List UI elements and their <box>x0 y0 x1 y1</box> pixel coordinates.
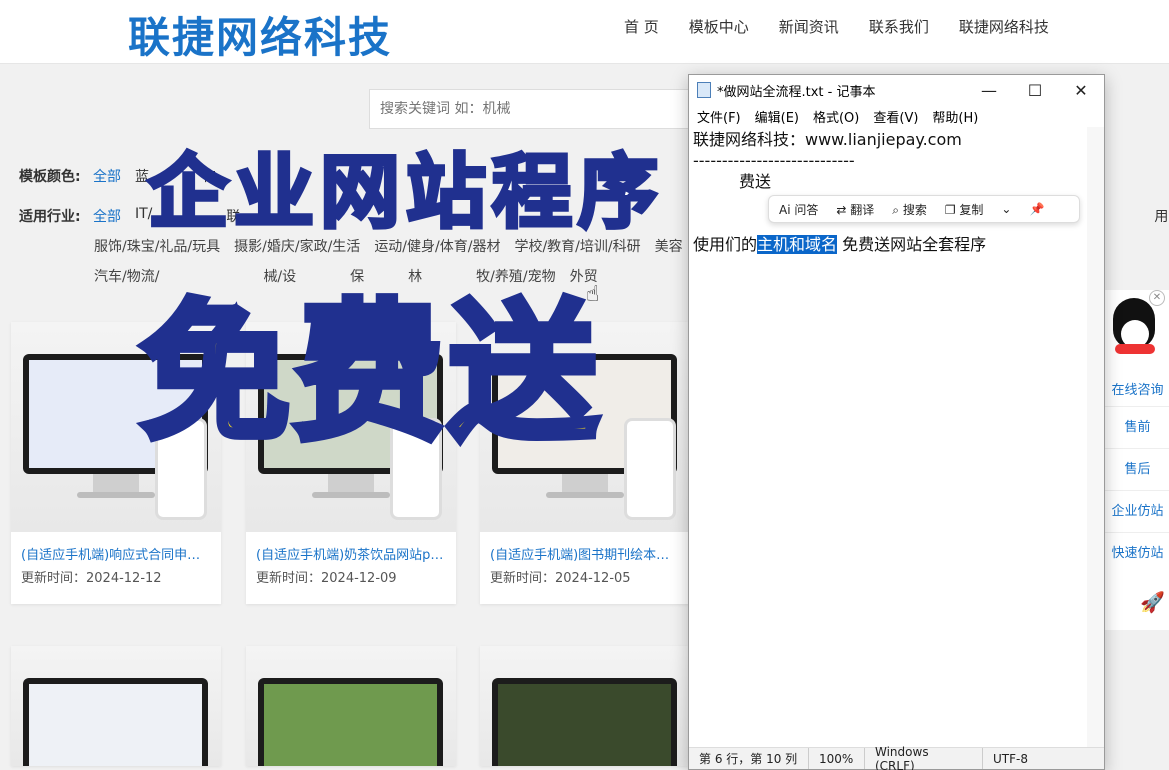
main-nav: 首 页 模板中心 新闻资讯 联系我们 联捷网络科技 <box>624 16 1049 37</box>
notepad-menubar: 文件(F) 编辑(E) 格式(O) 查看(V) 帮助(H) <box>689 105 1104 127</box>
ai-selection-toolbar: Ai 问答 ⇄ 翻译 ⌕ 搜索 ❐ 复制 ⌄ 📌 <box>768 195 1080 223</box>
text-line-2: ---------------------------- <box>693 151 855 170</box>
translate-button[interactable]: ⇄ 翻译 <box>836 201 874 218</box>
nav-home[interactable]: 首 页 <box>624 16 659 37</box>
ai-ask-label: 问答 <box>794 202 819 217</box>
copy-icon: ❐ <box>944 202 960 217</box>
text-segment: 使用们的 <box>693 235 758 254</box>
filter-color-label: 模板颜色: <box>19 169 81 185</box>
aftersales-link[interactable]: 售后 <box>1105 448 1169 490</box>
presales-link[interactable]: 售前 <box>1105 406 1169 448</box>
translate-label: 翻译 <box>850 202 875 217</box>
filter-industry-label: 适用行业: <box>19 209 81 225</box>
menu-view[interactable]: 查看(V) <box>873 107 918 126</box>
monitor-screen <box>29 684 202 766</box>
template-card[interactable] <box>246 646 456 766</box>
filter-industry-all[interactable]: 全部 <box>93 206 121 226</box>
menu-edit[interactable]: 编辑(E) <box>755 107 799 126</box>
encoding: UTF-8 <box>993 751 1028 766</box>
vertical-scrollbar[interactable] <box>1087 127 1104 749</box>
ai-icon: Ai <box>779 202 795 217</box>
template-date: 更新时间：2024-12-09 <box>256 571 397 586</box>
qq-scarf <box>1115 344 1155 354</box>
enterprise-clone-link[interactable]: 企业仿站 <box>1105 490 1169 532</box>
document-icon <box>697 82 711 98</box>
contact-side-panel: ✕ 在线咨询 售前 售后 企业仿站 快速仿站 <box>1104 290 1169 630</box>
notepad-statusbar: 第 6 行，第 10 列 100% Windows (CRLF) UTF-8 <box>689 745 1104 770</box>
nav-news[interactable]: 新闻资讯 <box>779 16 839 37</box>
quick-clone-link[interactable]: 快速仿站 <box>1105 532 1169 574</box>
maximize-icon[interactable]: ☐ <box>1012 75 1058 105</box>
minimize-icon[interactable]: — <box>966 75 1012 105</box>
search-label: 搜索 <box>902 202 927 217</box>
menu-help[interactable]: 帮助(H) <box>932 107 978 126</box>
phone-mockup <box>624 418 676 520</box>
filter-industry-yong[interactable]: 用 <box>1154 206 1168 226</box>
template-card[interactable] <box>480 646 690 766</box>
nav-contact[interactable]: 联系我们 <box>869 16 929 37</box>
notepad-window: *做网站全流程.txt - 记事本 — ☐ ✕ 文件(F) 编辑(E) 格式(O… <box>688 74 1105 770</box>
hand-cursor-icon: ☝ <box>586 282 600 307</box>
line-ending: Windows (CRLF) <box>865 745 983 770</box>
close-icon[interactable]: ✕ <box>1058 75 1104 105</box>
monitor-screen <box>498 684 671 766</box>
monitor-stand <box>93 474 139 492</box>
text-line-3: 费送 <box>739 172 772 191</box>
banner-subheadline: 免费送 <box>136 284 603 465</box>
chevron-down-icon[interactable]: ⌄ <box>1001 202 1011 216</box>
pin-icon[interactable]: 📌 <box>1029 202 1044 216</box>
filter-color-blue[interactable]: 蓝 <box>135 166 149 186</box>
template-thumbnail[interactable] <box>480 646 690 766</box>
search-input[interactable] <box>380 101 688 117</box>
search-icon: ⌕ <box>892 202 903 217</box>
nav-company[interactable]: 联捷网络科技 <box>959 16 1049 37</box>
text-segment: 免费送网站全套程序 <box>837 235 987 254</box>
monitor-mockup <box>492 678 677 766</box>
template-date: 更新时间：2024-12-05 <box>490 571 631 586</box>
monitor-base <box>546 492 624 498</box>
notepad-title: *做网站全流程.txt - 记事本 <box>717 84 876 100</box>
selected-text[interactable]: 主机和域名 <box>757 235 838 254</box>
monitor-base <box>312 492 390 498</box>
cursor-position: 第 6 行，第 10 列 <box>689 748 809 769</box>
template-card[interactable] <box>11 646 221 766</box>
monitor-mockup <box>258 678 443 766</box>
template-title[interactable]: (自适应手机端)响应式合同申请书... <box>11 532 221 567</box>
monitor-mockup <box>23 678 208 766</box>
translate-icon: ⇄ <box>836 202 851 217</box>
monitor-screen <box>264 684 437 766</box>
back-to-top-icon[interactable]: 🚀 <box>1140 590 1165 614</box>
monitor-stand <box>562 474 608 492</box>
template-title[interactable]: (自适应手机端)奶茶饮品网站pbo... <box>246 532 456 567</box>
copy-label: 复制 <box>959 202 984 217</box>
site-logo[interactable]: 联捷网络科技 <box>128 4 392 65</box>
search-box <box>369 89 699 129</box>
text-line-1: 联捷网络科技：www.lianjiepay.com <box>693 130 962 149</box>
banner-headline: 企业网站程序 <box>146 144 664 241</box>
search-button[interactable]: ⌕ 搜索 <box>892 201 927 218</box>
template-date: 更新时间：2024-12-12 <box>21 571 162 586</box>
menu-file[interactable]: 文件(F) <box>697 107 741 126</box>
qq-penguin-icon[interactable] <box>1107 298 1159 370</box>
ai-ask-button[interactable]: Ai 问答 <box>779 201 818 218</box>
template-thumbnail[interactable] <box>246 646 456 766</box>
template-title[interactable]: (自适应手机端)图书期刊绘本网站... <box>480 532 690 567</box>
copy-button[interactable]: ❐ 复制 <box>945 201 984 218</box>
window-controls: — ☐ ✕ <box>966 75 1104 105</box>
nav-templates[interactable]: 模板中心 <box>689 16 749 37</box>
zoom-level: 100% <box>809 748 865 769</box>
monitor-base <box>77 492 155 498</box>
template-thumbnail[interactable] <box>11 646 221 766</box>
filter-color-all[interactable]: 全部 <box>93 166 121 186</box>
site-header: 联捷网络科技 首 页 模板中心 新闻资讯 联系我们 联捷网络科技 <box>0 0 1169 64</box>
menu-format[interactable]: 格式(O) <box>813 107 859 126</box>
monitor-stand <box>328 474 374 492</box>
text-line-4: 使用们的主机和域名 免费送网站全套程序 <box>693 232 1085 254</box>
